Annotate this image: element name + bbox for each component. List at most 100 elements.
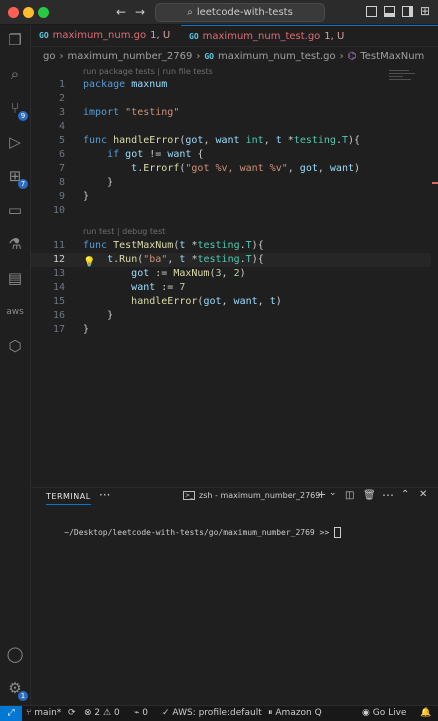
panel-more-icon[interactable]: ⋯ (382, 488, 394, 502)
code-line[interactable]: 7 t.Errorf("got %v, want %v", got, want) (31, 162, 431, 176)
search-icon[interactable]: ⌕ (4, 63, 26, 85)
tab-label: maximum_num_test.go (202, 30, 321, 42)
code-text: } (83, 177, 114, 188)
code-text: } (83, 310, 114, 321)
new-terminal-icon[interactable]: + (317, 488, 326, 501)
back-arrow-icon[interactable]: ← (116, 4, 126, 20)
ports-count: 0 (142, 708, 149, 718)
close-panel-icon[interactable]: ✕ (419, 489, 427, 500)
forward-arrow-icon[interactable]: → (135, 4, 145, 20)
code-line[interactable]: 5 func handleError(got, want int, t *test… (31, 134, 431, 148)
maximize-window-button[interactable] (38, 7, 49, 18)
source-control-icon[interactable]: ⑂ 9 (4, 97, 28, 121)
minimap[interactable] (389, 68, 419, 84)
flask-icon[interactable]: ⚗ (4, 233, 26, 255)
split-terminal-icon[interactable]: ◫ (345, 490, 354, 501)
remote-indicator-icon[interactable]: ⤢ (0, 706, 22, 721)
gear-icon[interactable]: ⚙ 1 (4, 677, 28, 701)
panel-more-actions-icon[interactable]: ··· (99, 488, 110, 502)
terminal-name: zsh - maximum_number_2769 (199, 491, 321, 500)
branch-indicator[interactable]: ⑂ main* (26, 706, 61, 721)
line-number: 2 (58, 93, 65, 104)
ports-indicator[interactable]: ⌁ 0 (134, 706, 148, 721)
code-line[interactable]: 2 (31, 92, 431, 106)
go-file-icon: GO (204, 51, 214, 61)
code-line[interactable]: 13 got := MaxNum(3, 2) (31, 267, 431, 281)
tab-terminal[interactable]: TERMINAL (46, 492, 91, 505)
toggle-primary-sidebar-icon[interactable] (366, 6, 377, 17)
tab-maximum-num-test-go[interactable]: GO maximum_num_test.go 1, U (181, 25, 438, 46)
go-file-icon: GO (39, 31, 49, 40)
go-live-label: Go Live (372, 708, 407, 718)
code-line[interactable]: 15 handleError(got, want, t) (31, 295, 431, 309)
line-number: 15 (52, 296, 65, 307)
code-line[interactable]: 4 (31, 120, 431, 134)
breadcrumb-go[interactable]: go (43, 51, 55, 62)
aws-profile-label: AWS: profile:default (172, 708, 262, 718)
aws-profile[interactable]: ✓ AWS: profile:default (162, 706, 262, 721)
codelens-run-test[interactable]: run test | debug test (83, 226, 165, 238)
debug-icon[interactable]: ▷ (4, 131, 26, 153)
terminal-selector[interactable]: >_ zsh - maximum_number_2769 (183, 491, 320, 500)
code-line[interactable]: 3 import "testing" (31, 106, 431, 120)
chevron-down-icon[interactable]: ⌄ (329, 488, 337, 498)
code-line[interactable]: 17} (31, 323, 431, 337)
lightbulb-icon[interactable]: 💡 (83, 257, 95, 268)
bell-icon[interactable]: 🔔 (420, 706, 431, 721)
codelens-package-tests[interactable]: run package tests | run file tests (83, 66, 213, 78)
title-bar: ← → ⌕ leetcode-with-tests ⊞ (0, 0, 438, 25)
maximize-panel-icon[interactable]: ⌃ (401, 489, 409, 500)
tab-status: 1, U (324, 30, 345, 42)
chevron-right-icon: › (196, 50, 201, 62)
code-editor[interactable]: run package tests | run file tests run t… (31, 66, 438, 476)
sync-icon[interactable]: ⟳ (68, 706, 76, 721)
code-line[interactable]: 11 func TestMaxNum(t *testing.T){ (31, 239, 431, 253)
extensions-icon[interactable]: ⊞ 7 (4, 165, 28, 189)
code-text: handleError(got, want, t) (131, 296, 282, 307)
line-number: 10 (52, 205, 65, 216)
code-line[interactable]: 14 want := 7 (31, 281, 431, 295)
line-number: 12 (52, 254, 65, 265)
toggle-panel-icon[interactable] (384, 6, 395, 17)
close-window-button[interactable] (8, 7, 19, 18)
aws-icon[interactable]: aws (4, 301, 26, 323)
go-live-button[interactable]: ◉ Go Live (362, 706, 406, 721)
code-text: func TestMaxNum(t *testing.T){ (83, 240, 264, 251)
amazon-q-icon[interactable]: ⬡ (4, 335, 26, 357)
files-icon[interactable]: ❐ (4, 29, 26, 51)
trash-icon[interactable]: 🗑 (363, 490, 376, 501)
error-icon: ⊗ (84, 708, 92, 718)
breadcrumb-folder[interactable]: maximum_number_2769 (67, 51, 192, 62)
minimize-window-button[interactable] (23, 7, 34, 18)
go-file-icon: GO (189, 31, 199, 41)
remote-icon[interactable]: ▭ (4, 199, 26, 221)
tab-maximum-num-go[interactable]: GO maximum_num.go 1, U (31, 25, 189, 46)
customize-layout-icon[interactable]: ⊞ (420, 3, 430, 19)
breadcrumb-symbol[interactable]: TestMaxNum (360, 51, 424, 62)
code-line[interactable]: 6 if got != want { (31, 148, 431, 162)
search-icon: ⌕ (187, 7, 193, 18)
breadcrumb-file[interactable]: maximum_num_test.go (218, 51, 336, 62)
code-line[interactable]: 10 (31, 204, 431, 218)
docker-icon[interactable]: ▤ (4, 267, 26, 289)
code-line[interactable]: 8 } (31, 176, 431, 190)
warning-icon: ⚠ (103, 708, 112, 718)
branch-icon: ⑂ (26, 708, 32, 718)
toggle-secondary-sidebar-icon[interactable] (402, 6, 413, 17)
check-icon: ✓ (162, 708, 170, 718)
code-text: } (83, 324, 90, 335)
branch-name: main* (34, 708, 62, 718)
amazon-q-status[interactable]: ⏸ Amazon Q (268, 706, 322, 721)
error-count: 2 (94, 708, 101, 718)
code-line[interactable]: 1 package maxnum (31, 78, 431, 92)
account-icon[interactable]: ◯ (4, 643, 26, 665)
tab-status: 1, U (150, 30, 171, 41)
terminal-output[interactable]: ~/Desktop/leetcode-with-tests/go/maximum… (45, 518, 341, 547)
command-center-search[interactable]: ⌕ leetcode-with-tests (155, 3, 325, 22)
code-line[interactable]: 9} (31, 190, 431, 204)
code-text: package maxnum (83, 79, 168, 90)
code-line[interactable]: 16 } (31, 309, 431, 323)
broadcast-icon: ◉ (362, 708, 370, 718)
problems-indicator[interactable]: ⊗ 2 ⚠ 0 (84, 706, 120, 721)
line-number: 16 (52, 310, 65, 321)
